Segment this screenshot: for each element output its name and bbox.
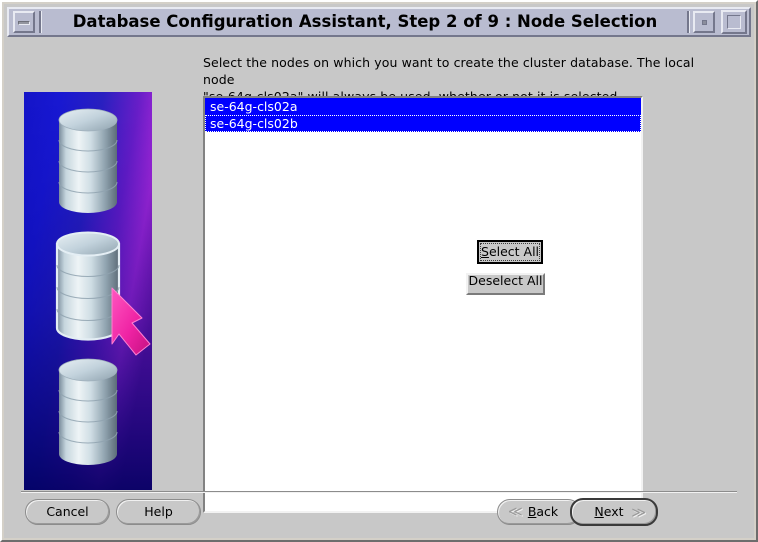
node-selection-list[interactable]: se-64g-cls02a se-64g-cls02b [203,96,643,513]
back-label: Back [498,500,580,524]
titlebar-divider-right [687,11,690,33]
deselect-all-button[interactable]: Deselect All [466,273,545,295]
instruction-line-1: Select the nodes on which you want to cr… [203,55,695,87]
bottom-divider [21,491,737,493]
help-label: Help [144,504,173,519]
select-all-rest: elect All [488,244,540,259]
select-all-button[interactable]: Select All [477,240,543,264]
next-button[interactable]: Next ≫ [570,498,658,526]
application-window: Database Configuration Assistant, Step 2… [0,0,758,542]
next-mnemonic: N [594,504,604,519]
select-all-label: Select All [480,243,540,261]
list-item[interactable]: se-64g-cls02a [205,98,641,115]
back-rest: ack [536,504,559,519]
window-title: Database Configuration Assistant, Step 2… [72,12,658,31]
back-button[interactable]: ≪ Back [497,499,581,525]
shade-icon [702,20,707,25]
node-name: se-64g-cls02b [210,116,298,131]
database-cluster-illustration [24,92,152,490]
maximize-icon [727,15,741,29]
content-area: Select the nodes on which you want to cr… [7,40,751,535]
maximize-button[interactable] [721,10,747,34]
shade-button[interactable] [693,11,715,33]
titlebar[interactable]: Database Configuration Assistant, Step 2… [7,7,751,37]
list-item[interactable]: se-64g-cls02b [205,115,641,132]
chevron-right-icon: ≫ [631,505,646,521]
window-inner-frame: Database Configuration Assistant, Step 2… [4,4,754,538]
node-name: se-64g-cls02a [210,99,298,114]
deselect-all-label: Deselect All [468,273,543,288]
help-button[interactable]: Help [116,499,201,525]
select-all-mnemonic: S [481,244,489,259]
next-rest: ext [603,504,624,519]
minimize-icon [18,21,30,25]
titlebar-divider-left [39,11,42,33]
cancel-button[interactable]: Cancel [25,499,110,525]
cancel-label: Cancel [46,504,89,519]
minimize-button[interactable] [13,11,35,33]
